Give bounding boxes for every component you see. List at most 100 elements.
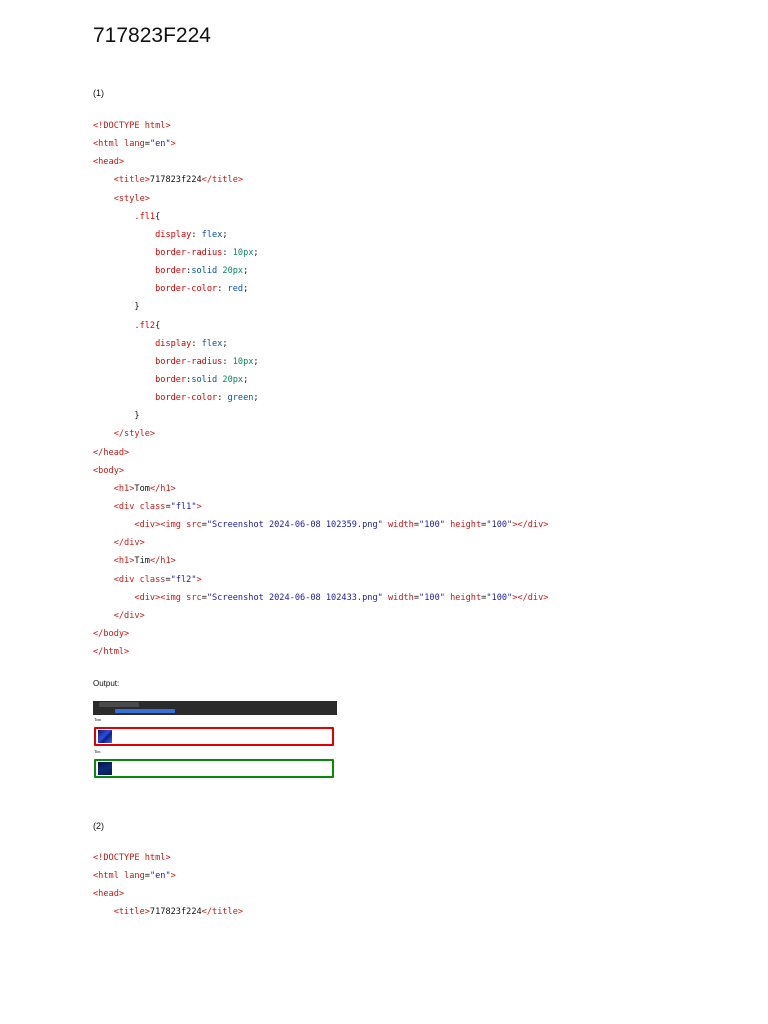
code-line: <body> — [93, 462, 548, 480]
code-line: <h1>Tom</h1> — [93, 480, 548, 498]
code-token: </title> — [201, 175, 244, 186]
code-token: <div><img — [134, 592, 187, 603]
code-token: "100" — [419, 520, 445, 531]
code-token: ; — [243, 374, 249, 385]
section-label-1: (1) — [93, 88, 104, 98]
code-line: display: flex; — [93, 335, 548, 353]
code-line: border:solid 20px; — [93, 262, 548, 280]
code-token: "Screenshot 2024-06-08 102359.png" — [206, 520, 383, 531]
code-token: ; — [222, 229, 228, 240]
code-token: height — [450, 592, 482, 603]
code-line: <div><img src="Screenshot 2024-06-08 102… — [93, 589, 548, 607]
code-line: </head> — [93, 444, 548, 462]
code-line: border-radius: 10px; — [93, 353, 548, 371]
browser-toolbar — [93, 701, 337, 715]
code-token: "100" — [419, 592, 445, 603]
code-token: </body> — [93, 628, 130, 639]
code-token: <h1> — [113, 483, 135, 494]
code-token: flex — [201, 229, 223, 240]
code-token: .fl2 — [134, 320, 156, 331]
code-token: border — [155, 374, 187, 385]
code-token: ; — [253, 356, 259, 367]
code-line: </div> — [93, 534, 548, 552]
code-line: border-color: green; — [93, 389, 548, 407]
code-token: { — [155, 320, 161, 331]
code-token: "100" — [486, 592, 513, 603]
code-token: 20px — [222, 374, 244, 385]
code-token: display — [155, 229, 192, 240]
code-token: </h1> — [149, 556, 176, 567]
code-line: <!DOCTYPE html> — [93, 117, 548, 135]
code-line: border-radius: 10px; — [93, 244, 548, 262]
page-title: 717823F224 — [93, 24, 211, 47]
code-token: red — [227, 284, 244, 295]
code-line: <h1>Tim</h1> — [93, 552, 548, 570]
code-block-2: <!DOCTYPE html> <html lang="en"> <head> <t… — [93, 849, 243, 922]
output-screenshot: Tom Tim — [93, 701, 337, 779]
code-line: </html> — [93, 643, 548, 661]
code-line: <title>717823f224</title> — [93, 171, 548, 189]
code-token: "100" — [486, 520, 513, 531]
code-line: </body> — [93, 625, 548, 643]
code-token: <html — [93, 871, 125, 882]
output-image-2 — [98, 762, 112, 775]
code-token: Tom — [134, 483, 150, 494]
code-token: html — [144, 853, 166, 863]
code-token: 717823f224 — [149, 175, 202, 186]
code-line: <style> — [93, 190, 548, 208]
code-token: </div> — [113, 610, 145, 621]
code-token: : — [222, 247, 233, 258]
output-flex-box-red — [94, 727, 334, 746]
code-line: <head> — [93, 153, 548, 171]
code-token: class — [139, 574, 166, 585]
code-token: <div><img — [134, 520, 187, 531]
code-token: ; — [253, 247, 259, 258]
code-token: lang — [124, 871, 145, 882]
code-token: <!DOCTYPE — [93, 853, 145, 863]
code-token: ; — [243, 284, 249, 295]
code-token: html — [144, 121, 166, 131]
code-token: <body> — [93, 465, 125, 476]
code-token: > — [165, 121, 171, 131]
code-line: .fl1{ — [93, 208, 548, 226]
code-token: : — [191, 229, 202, 240]
code-line: } — [93, 298, 548, 316]
browser-address-bar — [115, 709, 175, 713]
code-token: <style> — [113, 193, 150, 204]
code-token: solid — [191, 374, 218, 385]
code-token: } — [93, 302, 140, 313]
code-token: ; — [222, 338, 228, 349]
browser-tab — [99, 702, 139, 707]
code-token: height — [450, 520, 482, 531]
code-line: <div class="fl2"> — [93, 571, 548, 589]
code-line: <head> — [93, 885, 243, 903]
code-token: </div> — [113, 538, 145, 549]
code-line: <div class="fl1"> — [93, 498, 548, 516]
code-token: border-radius — [155, 356, 223, 367]
code-token: </html> — [93, 647, 130, 658]
code-token: 717823f224 — [149, 907, 202, 918]
code-line: <title>717823f224</title> — [93, 903, 243, 921]
code-token: > — [196, 574, 202, 585]
code-token: border-radius — [155, 247, 223, 258]
code-token: lang — [124, 139, 145, 150]
output-image-1 — [98, 730, 112, 743]
code-line: <div><img src="Screenshot 2024-06-08 102… — [93, 516, 548, 534]
code-line: <!DOCTYPE html> — [93, 849, 243, 867]
code-block-1: <!DOCTYPE html> <html lang="en"> <head> <t… — [93, 117, 548, 661]
output-label: Output: — [93, 679, 120, 688]
code-token: > — [170, 871, 176, 882]
code-token: solid — [191, 266, 218, 277]
code-token: </style> — [113, 429, 156, 440]
